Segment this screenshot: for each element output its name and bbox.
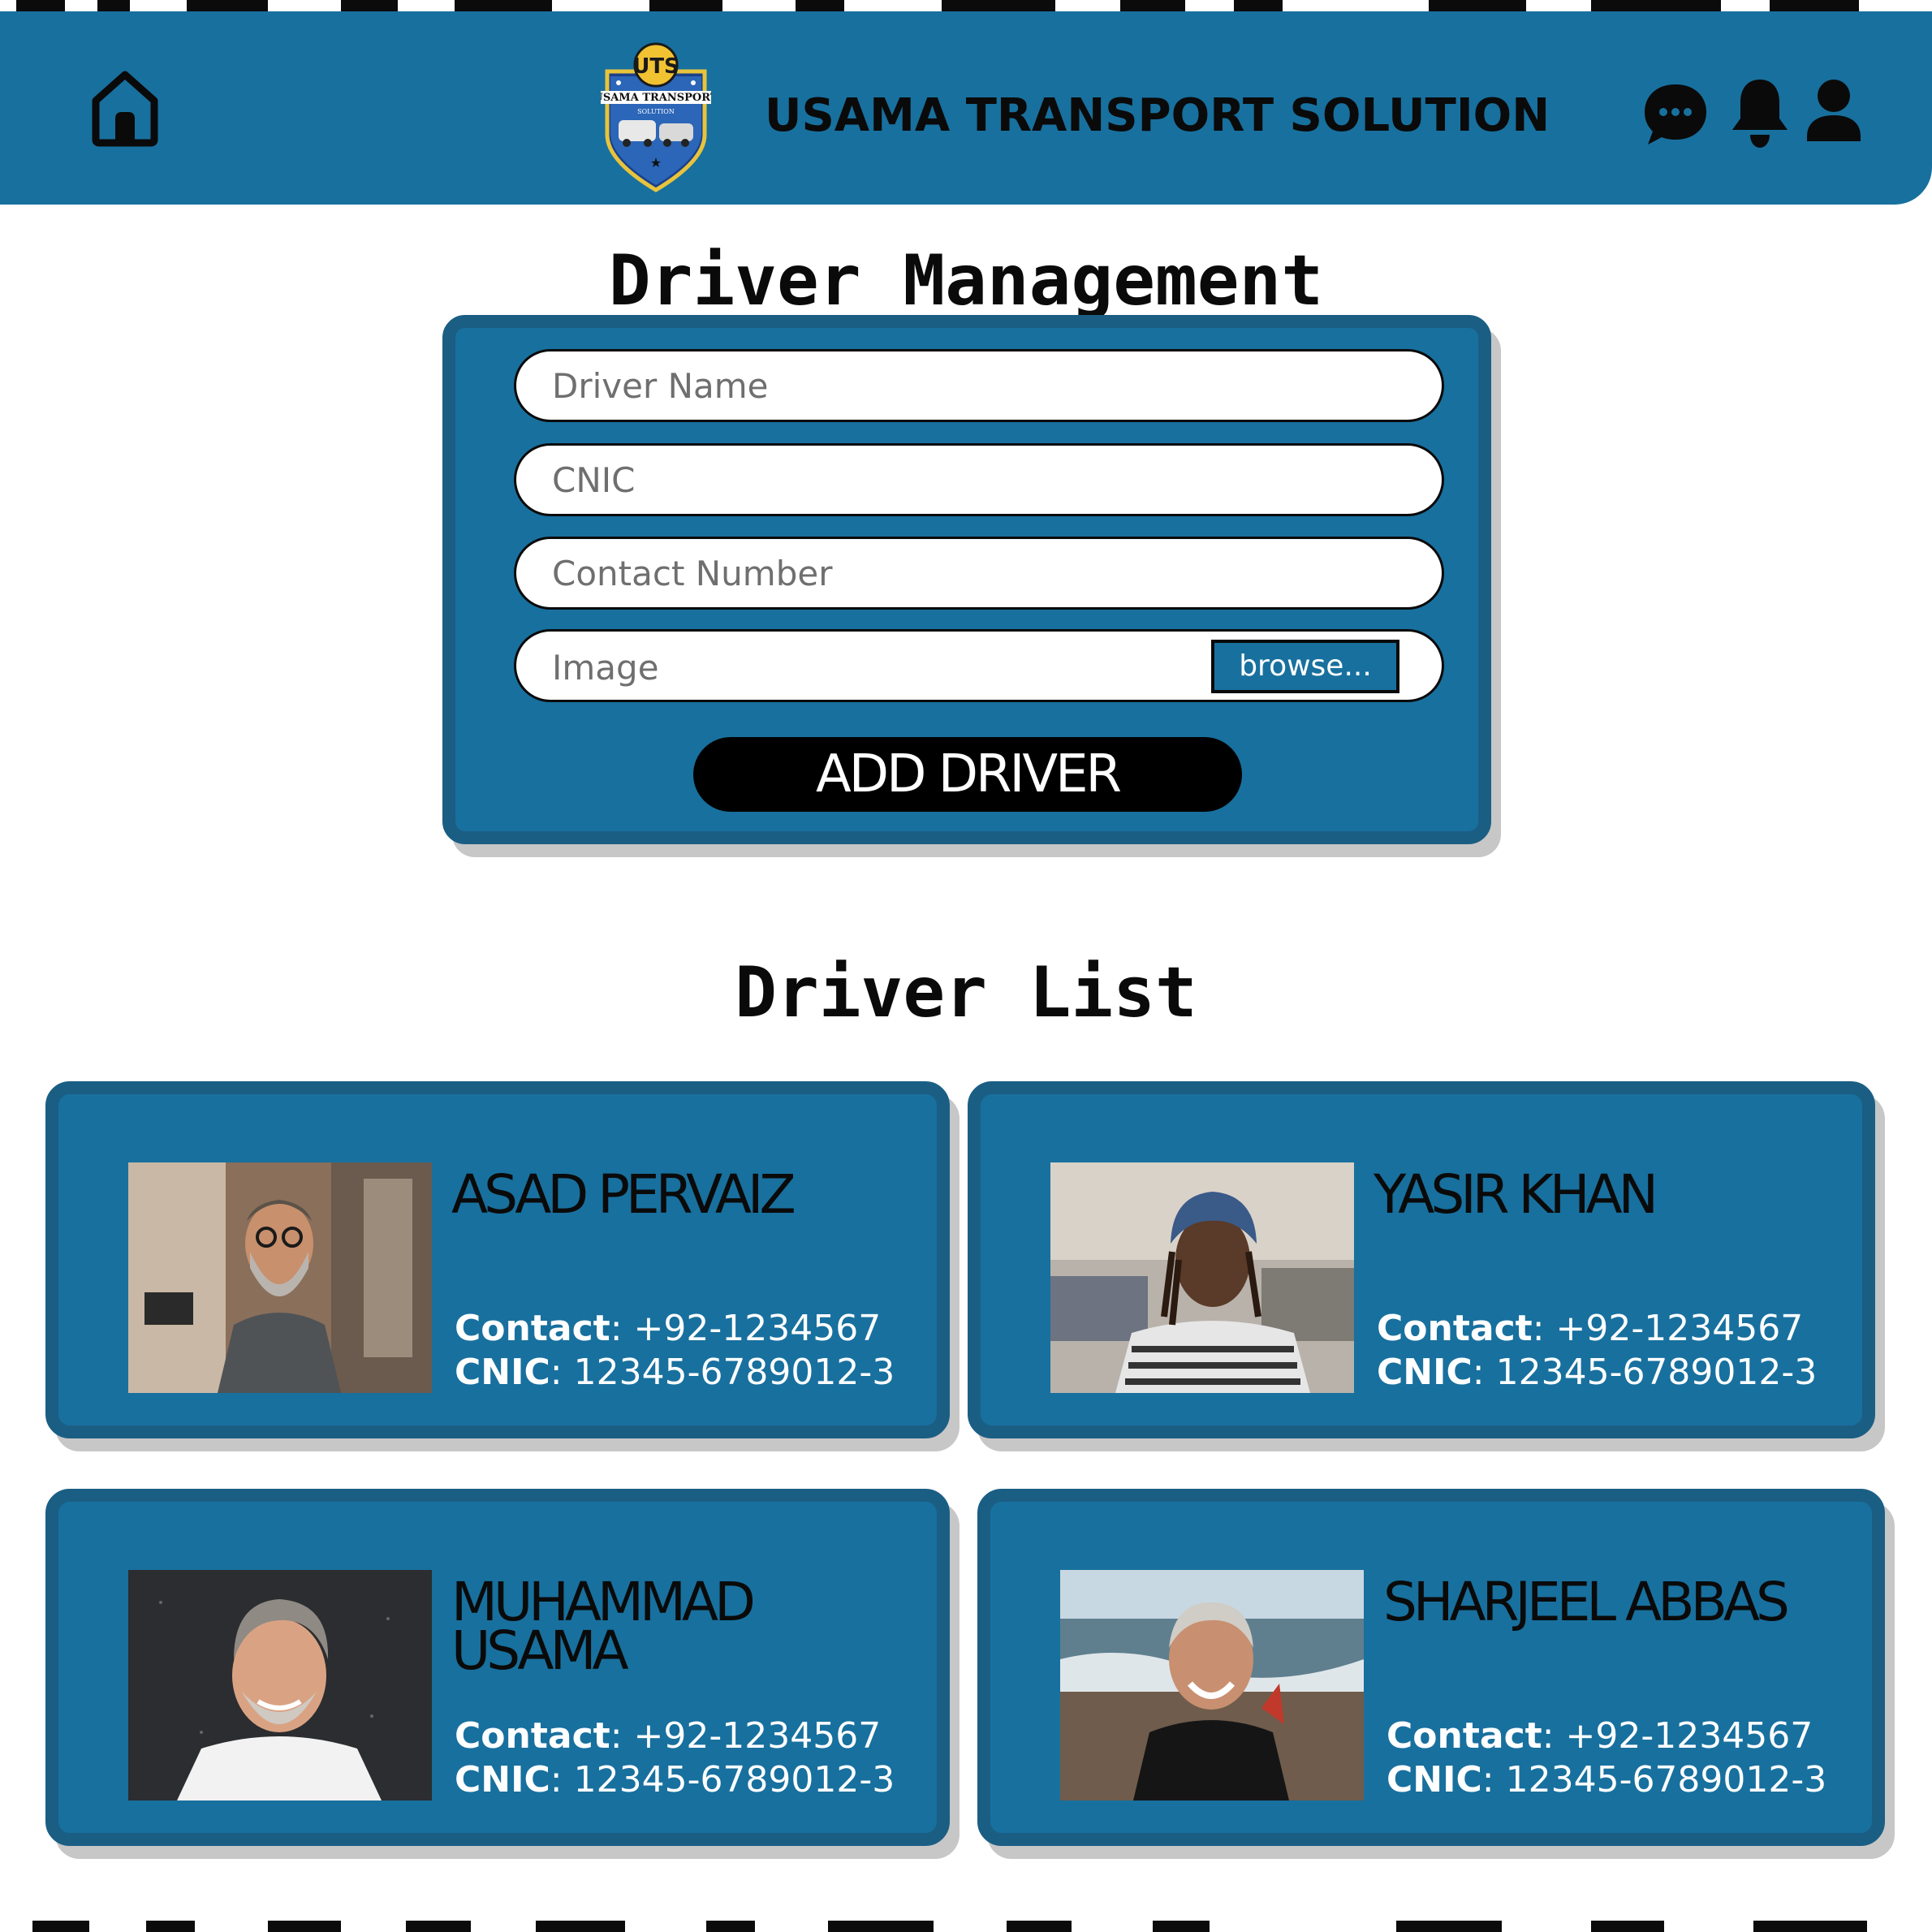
- driver-name-input[interactable]: [552, 351, 1364, 420]
- driver-card[interactable]: ASAD PERVAIZ Contact: +92-1234567 CNIC: …: [45, 1081, 950, 1438]
- cnic-label: CNIC: [455, 1352, 550, 1393]
- driver-name: ASAD PERVAIZ: [451, 1163, 796, 1226]
- driver-card[interactable]: SHARJEEL ABBAS Contact: +92-1234567 CNIC…: [977, 1489, 1885, 1846]
- cnic-value: 12345-6789012-3: [573, 1759, 895, 1800]
- bottom-edge-decoration: [0, 1921, 1932, 1932]
- image-label: Image: [552, 648, 659, 688]
- contact-number-input[interactable]: [552, 539, 1364, 607]
- contact-label: Contact: [455, 1715, 610, 1757]
- image-upload-field[interactable]: Image browse...: [514, 629, 1444, 702]
- logo-banner: USAMA TRANSPORT: [601, 92, 711, 104]
- driver-name-field: [514, 349, 1444, 422]
- cnic-label: CNIC: [1386, 1759, 1482, 1800]
- add-driver-button[interactable]: ADD DRIVER: [693, 737, 1242, 812]
- driver-photo: [1050, 1162, 1354, 1393]
- driver-management-title: Driver Management: [608, 240, 1324, 321]
- driver-cnic: CNIC: 12345-6789012-3: [1377, 1352, 1818, 1393]
- driver-info: Contact: +92-1234567 CNIC: 12345-6789012…: [1386, 1714, 1826, 1802]
- driver-name: MUHAMMAD USAMA: [451, 1571, 756, 1682]
- contact-number-field: [514, 537, 1444, 610]
- contact-label: Contact: [1386, 1715, 1542, 1757]
- logo-monogram: UTS: [632, 54, 679, 79]
- driver-photo: [128, 1570, 432, 1800]
- driver-card[interactable]: MUHAMMAD USAMA Contact: +92-1234567 CNIC…: [45, 1489, 950, 1846]
- brand-title: USAMA TRANSPORT SOLUTION: [765, 89, 1550, 142]
- driver-form-panel: Image browse... ADD DRIVER: [442, 315, 1491, 844]
- driver-card[interactable]: YASIR KHAN Contact: +92-1234567 CNIC: 12…: [968, 1081, 1875, 1438]
- cnic-value: 12345-6789012-3: [1505, 1759, 1827, 1800]
- cnic-value: 12345-6789012-3: [1495, 1352, 1818, 1393]
- browse-button[interactable]: browse...: [1211, 640, 1399, 693]
- contact-label: Contact: [1377, 1308, 1533, 1349]
- driver-info: Contact: +92-1234567 CNIC: 12345-6789012…: [455, 1307, 895, 1395]
- driver-contact: Contact: +92-1234567: [455, 1715, 882, 1757]
- home-icon[interactable]: [88, 67, 162, 148]
- user-icon[interactable]: [1804, 76, 1864, 149]
- driver-photo: [128, 1162, 432, 1393]
- cnic-label: CNIC: [455, 1759, 550, 1800]
- driver-info: Contact: +92-1234567 CNIC: 12345-6789012…: [455, 1714, 895, 1802]
- contact-value: +92-1234567: [1555, 1308, 1804, 1349]
- driver-contact: Contact: +92-1234567: [1386, 1715, 1813, 1757]
- driver-name: SHARJEEL ABBAS: [1383, 1571, 1790, 1633]
- contact-label: Contact: [455, 1308, 610, 1349]
- brand-logo: UTS USAMA TRANSPORT SOLUTION: [594, 39, 718, 198]
- driver-list-title: Driver List: [735, 952, 1197, 1033]
- chat-icon[interactable]: [1641, 76, 1710, 149]
- driver-contact: Contact: +92-1234567: [455, 1308, 882, 1349]
- cnic-label: CNIC: [1377, 1352, 1473, 1393]
- driver-name: YASIR KHAN: [1374, 1163, 1658, 1226]
- cnic-value: 12345-6789012-3: [573, 1352, 895, 1393]
- logo-sub: SOLUTION: [637, 108, 675, 115]
- bell-icon[interactable]: [1729, 76, 1791, 149]
- contact-value: +92-1234567: [633, 1308, 882, 1349]
- driver-contact: Contact: +92-1234567: [1377, 1308, 1804, 1349]
- top-edge-decoration: [0, 0, 1932, 11]
- contact-value: +92-1234567: [633, 1715, 882, 1757]
- driver-cnic: CNIC: 12345-6789012-3: [1386, 1759, 1827, 1800]
- contact-value: +92-1234567: [1565, 1715, 1813, 1757]
- driver-cnic: CNIC: 12345-6789012-3: [455, 1352, 895, 1393]
- driver-cnic: CNIC: 12345-6789012-3: [455, 1759, 895, 1800]
- driver-info: Contact: +92-1234567 CNIC: 12345-6789012…: [1377, 1307, 1817, 1395]
- top-navbar: UTS USAMA TRANSPORT SOLUTION USAMA TRANS…: [0, 11, 1932, 205]
- cnic-field: [514, 443, 1444, 516]
- cnic-input[interactable]: [552, 446, 1364, 514]
- driver-photo: [1060, 1570, 1364, 1800]
